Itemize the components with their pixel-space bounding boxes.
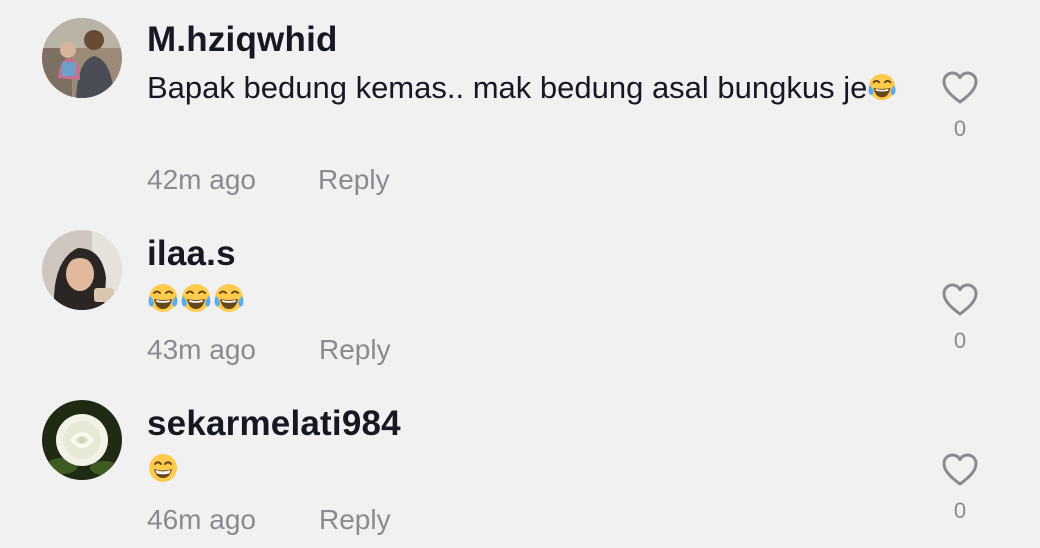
comment-list: M.hziqwhid Bapak bedung kemas.. mak bedu… bbox=[0, 0, 1040, 548]
avatar[interactable] bbox=[42, 400, 122, 480]
like-count: 0 bbox=[953, 498, 967, 523]
like-control: 0 bbox=[940, 450, 980, 524]
comment-username[interactable]: sekarmelati984 bbox=[147, 404, 401, 444]
comment-item: sekarmelati984 46m ago Reply 0 bbox=[0, 0, 1040, 548]
comment-emojis bbox=[147, 452, 179, 486]
avatar-photo bbox=[42, 400, 122, 480]
heart-icon[interactable] bbox=[940, 450, 980, 490]
comment-timestamp: 46m ago bbox=[147, 504, 256, 535]
beaming-face-icon bbox=[147, 452, 179, 484]
reply-button[interactable]: Reply bbox=[319, 504, 391, 536]
